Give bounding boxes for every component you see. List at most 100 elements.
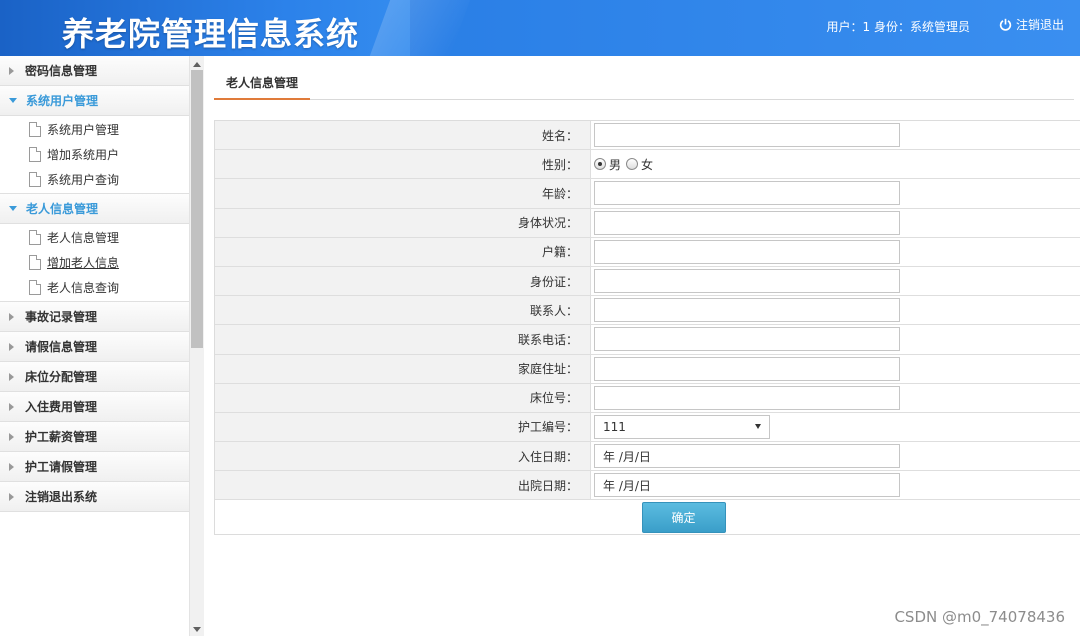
app-title: 养老院管理信息系统 (62, 15, 360, 53)
submit-button[interactable]: 确定 (641, 501, 726, 533)
address-field[interactable] (594, 356, 900, 381)
form-row-nurse: 护工编号： 111 (215, 412, 1080, 443)
checkout-label: 出院日期： (215, 471, 591, 500)
idcard-label: 身份证： (215, 266, 591, 296)
sidebar-group-label: 护工薪资管理 (25, 430, 98, 444)
sidebar-item-system-user-manage[interactable]: 系统用户管理 (0, 117, 189, 142)
sidebar-scrollbar[interactable] (190, 56, 204, 636)
sidebar-group-accidents[interactable]: 事故记录管理 (0, 302, 189, 332)
sidebar-group-label: 事故记录管理 (25, 310, 98, 324)
nurse-select-value: 111 (603, 419, 626, 434)
phone-field[interactable] (594, 327, 900, 352)
bed-field[interactable] (594, 385, 900, 410)
sidebar-group-elderly-info[interactable]: 老人信息管理 (0, 194, 189, 224)
sidebar-item-label: 系统用户查询 (47, 173, 120, 187)
name-field[interactable] (594, 123, 900, 148)
watermark: CSDN @m0_74078436 (894, 608, 1065, 626)
form-row-name: 姓名： (215, 121, 1080, 151)
main-content: 老人信息管理 姓名： 性别： 男 女 年龄： 身体状况： 户籍： 身份证： 联系… (214, 56, 1080, 636)
sidebar-group-label: 护工请假管理 (25, 460, 98, 474)
sidebar: 密码信息管理 系统用户管理 系统用户管理 增加系统用户 系统用户查询 老人信息管… (0, 56, 190, 636)
form-row-checkout: 出院日期： 年 /月/日 (215, 471, 1080, 501)
scrollbar-thumb[interactable] (191, 70, 203, 348)
form-row-address: 家庭住址： (215, 354, 1080, 384)
document-icon (29, 230, 41, 245)
sidebar-item-label: 增加系统用户 (47, 148, 120, 162)
name-label: 姓名： (215, 121, 591, 150)
sidebar-item-label: 系统用户管理 (47, 123, 120, 137)
checkout-date-field[interactable]: 年 /月/日 (594, 473, 900, 498)
sidebar-group-nurse-salary[interactable]: 护工薪资管理 (0, 422, 189, 452)
form-row-age: 年龄： (215, 179, 1080, 209)
sidebar-group-fees[interactable]: 入住费用管理 (0, 392, 189, 422)
age-field[interactable] (594, 181, 900, 206)
chevron-right-icon (9, 402, 14, 411)
gender-male-radio[interactable] (594, 158, 606, 171)
checkin-label: 入住日期： (215, 442, 591, 471)
sidebar-item-add-elderly[interactable]: 增加老人信息 (0, 250, 189, 275)
checkin-date-field[interactable]: 年 /月/日 (594, 444, 900, 469)
sidebar-group-label: 床位分配管理 (25, 370, 98, 384)
tab-bar: 老人信息管理 (214, 66, 1074, 100)
form-row-checkin: 入住日期： 年 /月/日 (215, 442, 1080, 472)
address-label: 家庭住址： (215, 354, 591, 383)
power-icon (999, 18, 1012, 31)
sidebar-group-beds[interactable]: 床位分配管理 (0, 362, 189, 392)
form-row-bed: 床位号： (215, 383, 1080, 413)
scroll-down-icon[interactable] (193, 627, 201, 632)
logout-label: 注销退出 (1015, 18, 1064, 32)
sidebar-group-password[interactable]: 密码信息管理 (0, 56, 189, 86)
user-info: 用户：1 身份：系统管理员 (826, 20, 970, 34)
gender-female-label: 女 (641, 157, 654, 172)
sidebar-item-elderly-manage[interactable]: 老人信息管理 (0, 225, 189, 250)
contact-field[interactable] (594, 298, 900, 323)
document-icon (29, 172, 41, 187)
logout-button[interactable]: 注销退出 (999, 16, 1064, 33)
sidebar-item-label: 老人信息管理 (47, 231, 120, 245)
census-field[interactable] (594, 239, 900, 264)
sidebar-item-label: 增加老人信息 (47, 256, 120, 270)
scroll-up-icon[interactable] (193, 62, 201, 67)
form-row-phone: 联系电话： (215, 325, 1080, 355)
sidebar-item-system-user-query[interactable]: 系统用户查询 (0, 167, 189, 192)
census-label: 户籍： (215, 237, 591, 266)
sidebar-group-leave[interactable]: 请假信息管理 (0, 332, 189, 362)
form-row-idcard: 身份证： (215, 266, 1080, 297)
sidebar-group-label: 请假信息管理 (25, 340, 98, 354)
chevron-down-icon (9, 206, 17, 211)
nurse-label: 护工编号： (215, 412, 591, 442)
sidebar-group-system-users[interactable]: 系统用户管理 (0, 86, 189, 116)
sidebar-item-elderly-query[interactable]: 老人信息查询 (0, 275, 189, 300)
chevron-right-icon (9, 492, 14, 501)
sidebar-group-label: 注销退出系统 (25, 490, 98, 504)
sidebar-group-label: 入住费用管理 (25, 400, 98, 414)
sidebar-group-label: 老人信息管理 (26, 202, 99, 216)
sidebar-item-label: 老人信息查询 (47, 281, 120, 295)
sidebar-group-logout[interactable]: 注销退出系统 (0, 482, 189, 512)
sidebar-submenu-elderly-info: 老人信息管理 增加老人信息 老人信息查询 (0, 224, 189, 302)
form-row-contact: 联系人： (215, 296, 1080, 326)
chevron-right-icon (9, 342, 14, 351)
phone-label: 联系电话： (215, 325, 591, 354)
document-icon (29, 255, 41, 270)
checkout-date-placeholder: 年 /月/日 (603, 478, 651, 493)
gender-label: 性别： (215, 150, 591, 179)
form-row-census: 户籍： (215, 237, 1080, 267)
sidebar-item-add-system-user[interactable]: 增加系统用户 (0, 142, 189, 167)
document-icon (29, 122, 41, 137)
chevron-right-icon (9, 432, 14, 441)
gender-female-radio[interactable] (626, 158, 639, 171)
sidebar-group-nurse-leave[interactable]: 护工请假管理 (0, 452, 189, 482)
form-row-submit: 确定 (215, 500, 1080, 534)
form-row-gender: 性别： 男 女 (215, 150, 1080, 180)
contact-label: 联系人： (215, 296, 591, 325)
idcard-field[interactable] (594, 269, 900, 294)
chevron-right-icon (9, 66, 14, 75)
checkin-date-placeholder: 年 /月/日 (603, 449, 651, 464)
tab-elderly-info[interactable]: 老人信息管理 (214, 66, 311, 100)
sidebar-submenu-system-users: 系统用户管理 增加系统用户 系统用户查询 (0, 116, 189, 194)
chevron-right-icon (9, 372, 14, 381)
health-field[interactable] (594, 210, 900, 235)
chevron-down-icon (755, 424, 761, 430)
nurse-select[interactable]: 111 (594, 414, 770, 439)
